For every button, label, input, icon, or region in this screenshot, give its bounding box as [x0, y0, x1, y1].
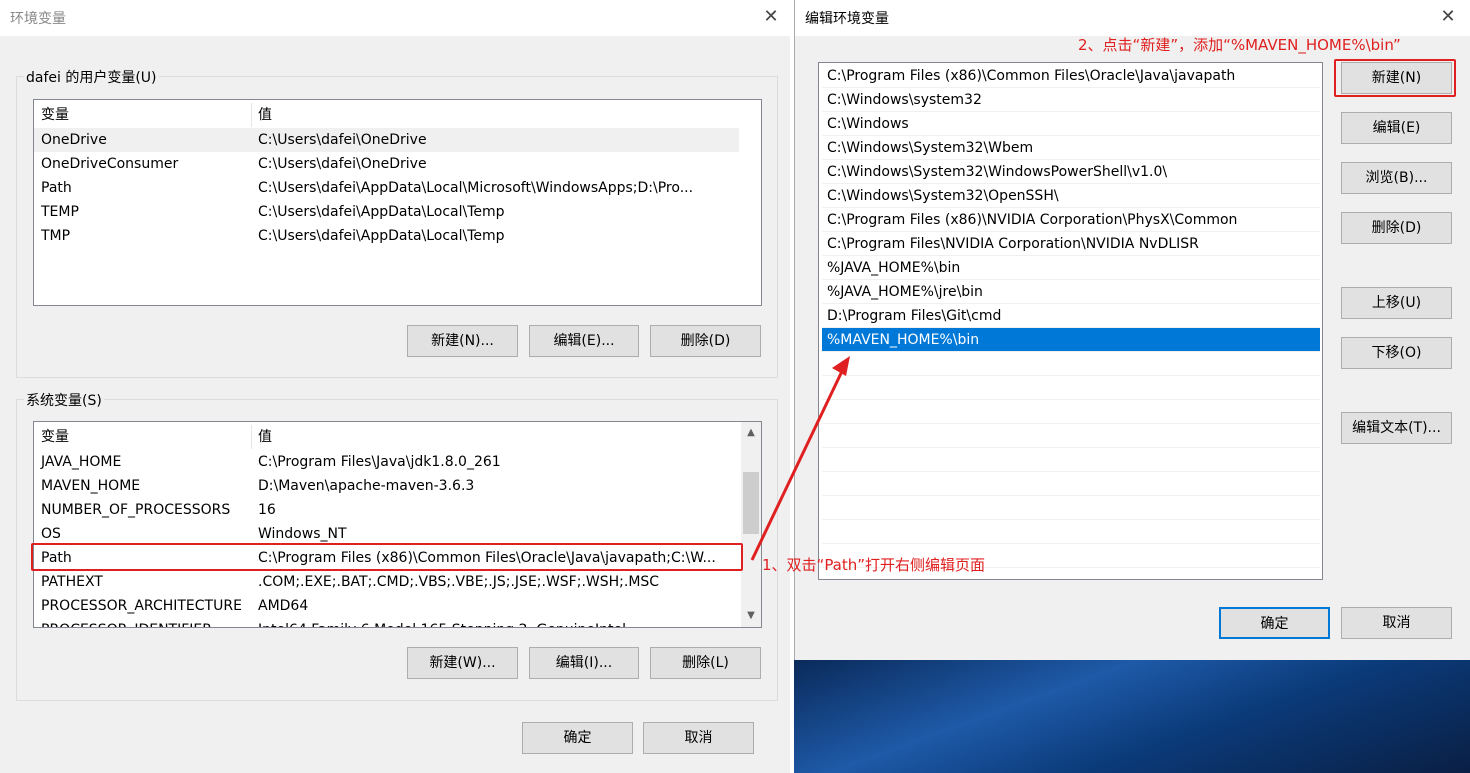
path-list[interactable]: C:\Program Files (x86)\Common Files\Orac… [818, 62, 1323, 580]
var-name: OneDriveConsumer [41, 156, 179, 172]
table-row[interactable]: TMP C:\Users\dafei\AppData\Local\Temp [34, 224, 739, 248]
var-name: PROCESSOR_IDENTIFIER [41, 618, 212, 627]
var-name: MAVEN_HOME [41, 478, 141, 494]
path-item[interactable]: C:\Windows\System32\OpenSSH\ [822, 184, 1320, 208]
var-name: OneDrive [41, 132, 107, 148]
annotation-step2: 2、点击“新建”，添加“%MAVEN_HOME%\bin” [1078, 36, 1401, 54]
var-value: C:\Users\dafei\AppData\Local\Microsoft\W… [258, 180, 694, 196]
col-header-value[interactable]: 值 [258, 103, 272, 127]
scroll-thumb[interactable] [743, 472, 759, 534]
path-item[interactable]: %JAVA_HOME%\bin [822, 256, 1320, 280]
var-value: D:\Maven\apache-maven-3.6.3 [258, 478, 475, 494]
table-row[interactable]: PROCESSOR_IDENTIFIER Intel64 Family 6 Mo… [34, 618, 739, 627]
highlight-new-button [1334, 59, 1456, 97]
system-new-button[interactable]: 新建(W)... [407, 647, 518, 679]
env-dialog-titlebar: 环境变量 ✕ [0, 0, 790, 36]
column-divider[interactable] [251, 425, 252, 449]
path-item[interactable]: D:\Program Files\Git\cmd [822, 304, 1320, 328]
path-item-empty[interactable] [822, 424, 1320, 448]
user-delete-button[interactable]: 删除(D) [650, 325, 761, 357]
table-row[interactable]: MAVEN_HOME D:\Maven\apache-maven-3.6.3 [34, 474, 739, 498]
highlight-path-row [31, 543, 743, 571]
path-edit-button[interactable]: 编辑(E) [1341, 112, 1452, 144]
col-header-value[interactable]: 值 [258, 425, 272, 449]
path-item[interactable]: C:\Windows\system32 [822, 88, 1320, 112]
move-down-button[interactable]: 下移(O) [1341, 337, 1452, 369]
table-row[interactable]: JAVA_HOME C:\Program Files\Java\jdk1.8.0… [34, 450, 739, 474]
scroll-up-icon[interactable]: ▲ [741, 424, 761, 442]
user-vars-label: dafei 的用户变量(U) [24, 67, 159, 87]
var-name: PATHEXT [41, 574, 103, 590]
var-value: C:\Program Files\Java\jdk1.8.0_261 [258, 454, 501, 470]
edit-text-button[interactable]: 编辑文本(T)... [1341, 412, 1452, 444]
var-name: JAVA_HOME [41, 454, 122, 470]
table-row[interactable]: PROCESSOR_ARCHITECTURE AMD64 [34, 594, 739, 618]
var-value: C:\Users\dafei\OneDrive [258, 156, 427, 172]
system-vars-list[interactable]: 变量 值 JAVA_HOME C:\Program Files\Java\jdk… [33, 421, 762, 628]
var-name: TMP [41, 228, 71, 244]
env-cancel-button[interactable]: 取消 [643, 722, 754, 754]
path-item-empty[interactable] [822, 520, 1320, 544]
env-vars-dialog: 环境变量 ✕ dafei 的用户变量(U) 变量 值 OneDrive C:\U… [0, 0, 790, 773]
edit-dialog-title: 编辑环境变量 [805, 11, 889, 27]
close-icon[interactable]: ✕ [1433, 4, 1463, 30]
path-item[interactable]: %JAVA_HOME%\jre\bin [822, 280, 1320, 304]
table-row[interactable]: NUMBER_OF_PROCESSORS 16 [34, 498, 739, 522]
path-item-empty[interactable] [822, 472, 1320, 496]
edit-ok-button[interactable]: 确定 [1219, 607, 1330, 639]
var-value: AMD64 [258, 598, 309, 614]
system-edit-button[interactable]: 编辑(I)... [529, 647, 639, 679]
system-vars-header: 变量 值 [34, 425, 739, 449]
system-vars-label: 系统变量(S) [24, 390, 104, 410]
var-value: .COM;.EXE;.BAT;.CMD;.VBS;.VBE;.JS;.JSE;.… [258, 574, 660, 590]
user-vars-header: 变量 值 [34, 103, 761, 127]
system-delete-button[interactable]: 删除(L) [650, 647, 761, 679]
var-name: PROCESSOR_ARCHITECTURE [41, 598, 242, 614]
desktop-wallpaper [794, 660, 1470, 773]
user-edit-button[interactable]: 编辑(E)... [529, 325, 639, 357]
path-item-empty[interactable] [822, 400, 1320, 424]
column-divider[interactable] [251, 103, 252, 127]
var-name: TEMP [41, 204, 79, 220]
col-header-variable[interactable]: 变量 [41, 425, 69, 449]
path-item[interactable]: C:\Program Files (x86)\NVIDIA Corporatio… [822, 208, 1320, 232]
path-item[interactable]: C:\Windows [822, 112, 1320, 136]
var-value: C:\Users\dafei\AppData\Local\Temp [258, 204, 505, 220]
path-item-selected[interactable]: %MAVEN_HOME%\bin [822, 328, 1320, 352]
env-dialog-title: 环境变量 [10, 11, 66, 27]
move-up-button[interactable]: 上移(U) [1341, 287, 1452, 319]
close-icon[interactable]: ✕ [756, 4, 786, 30]
edit-dialog-titlebar: 编辑环境变量 ✕ [795, 0, 1470, 36]
table-row[interactable]: OneDrive C:\Users\dafei\OneDrive [34, 128, 739, 152]
var-value: C:\Users\dafei\OneDrive [258, 132, 427, 148]
var-name: Path [41, 180, 72, 196]
col-header-variable[interactable]: 变量 [41, 103, 69, 127]
path-delete-button[interactable]: 删除(D) [1341, 212, 1452, 244]
var-value: Intel64 Family 6 Model 165 Stepping 2, G… [258, 618, 626, 627]
env-ok-button[interactable]: 确定 [522, 722, 633, 754]
annotation-step1: 1、双击“Path”打开右侧编辑页面 [762, 556, 986, 574]
table-row[interactable]: OneDriveConsumer C:\Users\dafei\OneDrive [34, 152, 739, 176]
user-vars-list[interactable]: 变量 值 OneDrive C:\Users\dafei\OneDrive On… [33, 99, 762, 306]
path-item-empty[interactable] [822, 352, 1320, 376]
scroll-down-icon[interactable]: ▼ [741, 607, 761, 625]
path-item[interactable]: C:\Windows\System32\WindowsPowerShell\v1… [822, 160, 1320, 184]
path-browse-button[interactable]: 浏览(B)... [1341, 162, 1452, 194]
path-item-empty[interactable] [822, 376, 1320, 400]
var-value: C:\Users\dafei\AppData\Local\Temp [258, 228, 505, 244]
path-item-empty[interactable] [822, 448, 1320, 472]
path-item[interactable]: C:\Program Files (x86)\Common Files\Orac… [822, 64, 1320, 88]
table-row[interactable]: TEMP C:\Users\dafei\AppData\Local\Temp [34, 200, 739, 224]
path-item[interactable]: C:\Program Files\NVIDIA Corporation\NVID… [822, 232, 1320, 256]
edit-cancel-button[interactable]: 取消 [1341, 607, 1452, 639]
path-item-empty[interactable] [822, 496, 1320, 520]
path-item[interactable]: C:\Windows\System32\Wbem [822, 136, 1320, 160]
user-new-button[interactable]: 新建(N)... [407, 325, 518, 357]
system-vars-scrollbar[interactable]: ▲ ▼ [741, 422, 761, 627]
var-name: NUMBER_OF_PROCESSORS [41, 502, 231, 518]
table-row[interactable]: PATHEXT .COM;.EXE;.BAT;.CMD;.VBS;.VBE;.J… [34, 570, 739, 594]
var-value: 16 [258, 502, 276, 518]
table-row[interactable]: Path C:\Users\dafei\AppData\Local\Micros… [34, 176, 739, 200]
